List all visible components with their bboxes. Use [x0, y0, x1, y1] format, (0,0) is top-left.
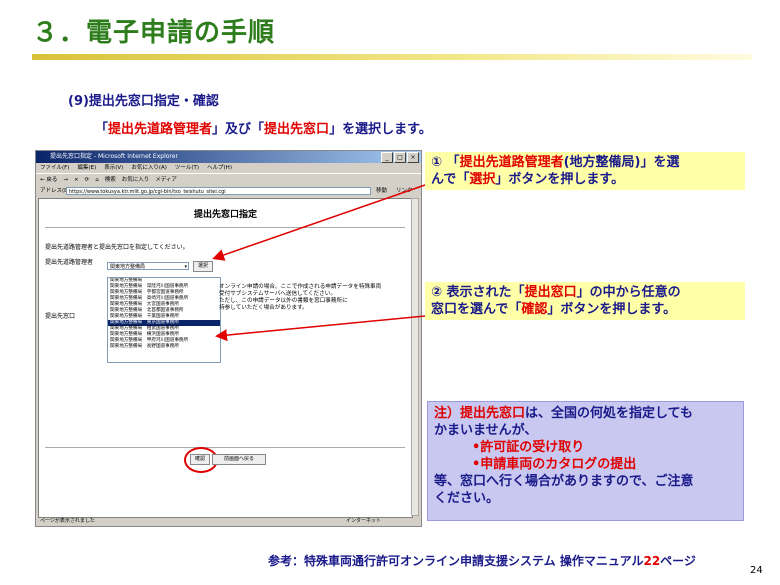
- note-box: 注）提出先窓口は、全国の何処を指定しても かまいませんが、 •許可証の受け取り …: [427, 401, 744, 521]
- footer-reference: 参考：特殊車両通行許可オンライン申請支援システム 操作マニュアル22ページ: [268, 554, 696, 568]
- arrow-to-select: [212, 184, 426, 261]
- arrow-to-list: [215, 315, 426, 342]
- note-item: •許可証の受け取り: [472, 440, 585, 455]
- note-item: •申請車両のカタログの提出: [472, 457, 637, 472]
- callout-step2: ② 表示された「提出窓口」の中から任意の 窓口を選んで「確認」ボタンを押します。: [425, 282, 745, 320]
- callout-step1: ① 「提出先道路管理者(地方整備局)」を選 んで「選択」ボタンを押します。: [425, 152, 745, 190]
- page-number: 24: [750, 565, 763, 576]
